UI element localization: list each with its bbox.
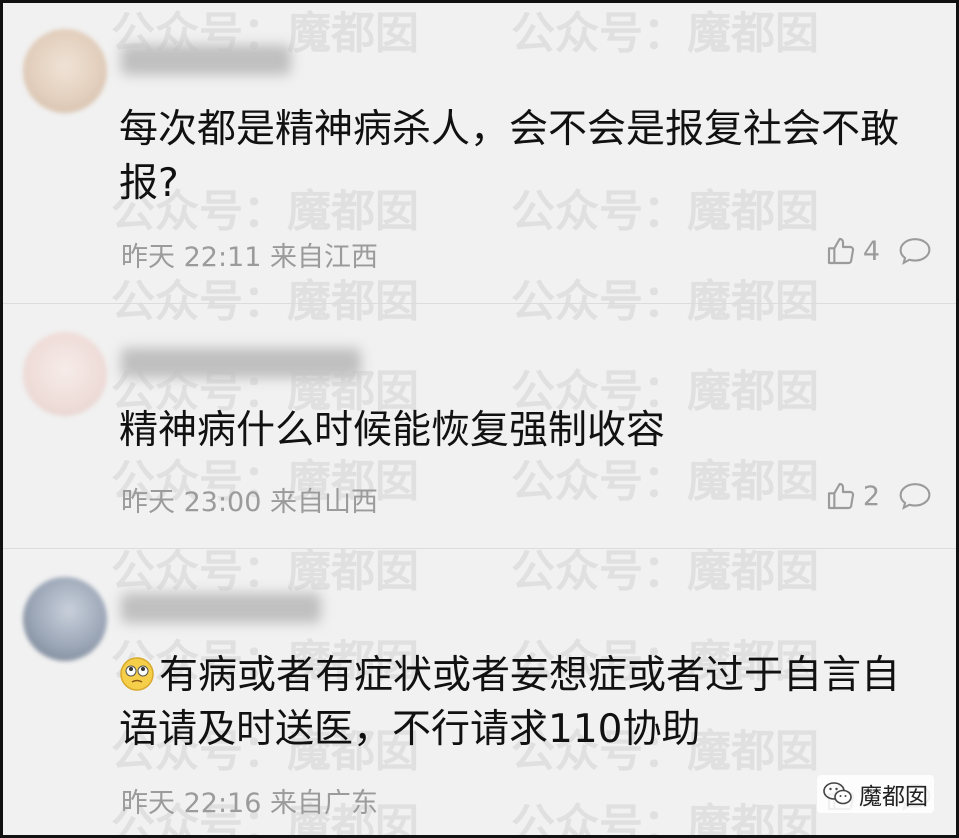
badge-text: 魔都囡 (859, 784, 928, 810)
comment-bubble-icon[interactable] (898, 481, 932, 511)
comment-time: 昨天 23:00 (121, 487, 262, 518)
username-blurred[interactable] (121, 348, 361, 378)
like-button[interactable]: 2 (825, 480, 880, 512)
comment-text: 有病或者有症状或者妄想症或者过于自言自语请及时送医，不行请求110协助 (119, 649, 920, 757)
comment-meta: 昨天 22:16 来自广东 (121, 781, 378, 820)
avatar[interactable] (23, 332, 107, 416)
thumbs-up-icon (827, 237, 854, 265)
comment-text-content: 有病或者有症状或者妄想症或者过于自言自语请及时送医，不行请求110协助 (119, 653, 901, 752)
comment-item: 每次都是精神病杀人，会不会是报复社会不敢报? 昨天 22:11 来自江西 4 (3, 3, 956, 303)
thumbs-up-icon (827, 482, 854, 510)
comment-time: 昨天 22:11 (121, 242, 262, 273)
like-count: 2 (862, 480, 880, 512)
like-count: 4 (862, 235, 880, 267)
comment-location: 来自山西 (270, 487, 378, 518)
comment-location: 来自江西 (270, 242, 378, 273)
comment-bubble-icon[interactable] (898, 236, 932, 266)
comment-text: 每次都是精神病杀人，会不会是报复社会不敢报? (119, 107, 900, 206)
comment-actions: 2 (825, 480, 932, 512)
comment-time: 昨天 22:16 (121, 788, 262, 819)
like-button[interactable]: 4 (825, 235, 880, 267)
comment-item: 精神病什么时候能恢复强制收容 昨天 23:00 来自山西 2 (3, 304, 956, 548)
comment-text: 精神病什么时候能恢复强制收容 (119, 408, 666, 453)
comment-meta: 昨天 23:00 来自山西 (121, 480, 378, 519)
comment-actions: 4 (825, 235, 932, 267)
wechat-badge: 魔都囡 (817, 775, 934, 813)
avatar[interactable] (23, 29, 107, 113)
username-blurred[interactable] (121, 45, 291, 75)
comment-list: 公众号：魔都囡 公众号：魔都囡 公众号：魔都囡 公众号：魔都囡 公众号：魔都囡 … (0, 0, 959, 838)
comment-item: 有病或者有症状或者妄想症或者过于自言自语请及时送医，不行请求110协助 昨天 2… (3, 549, 956, 835)
avatar[interactable] (23, 577, 107, 661)
eyes-emoji-icon (120, 657, 154, 691)
comment-location: 来自广东 (270, 788, 378, 819)
wechat-icon (823, 782, 852, 805)
username-blurred[interactable] (121, 593, 321, 623)
comment-meta: 昨天 22:11 来自江西 (121, 235, 378, 274)
